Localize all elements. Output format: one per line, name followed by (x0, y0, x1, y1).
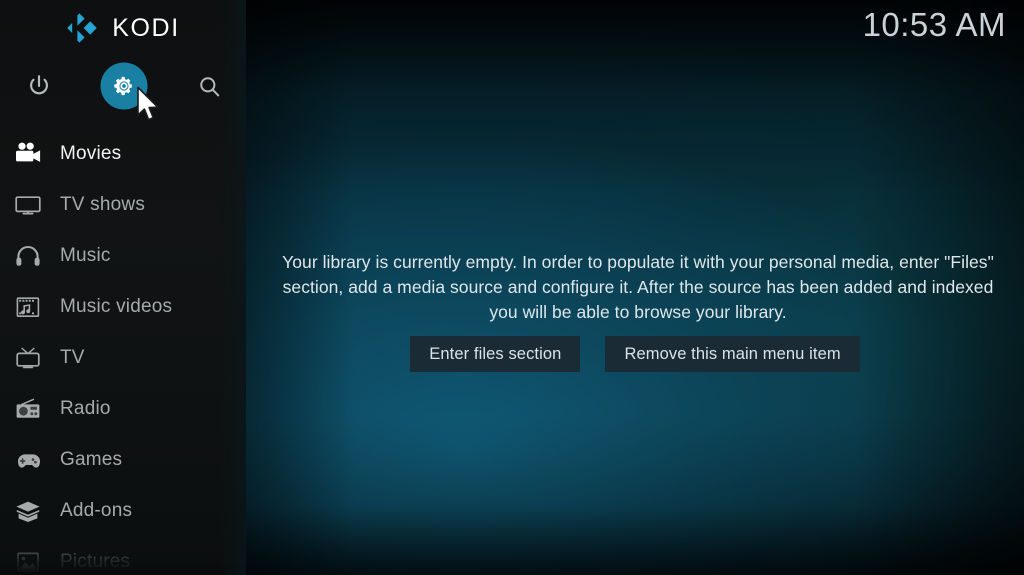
clock: 10:53 AM (862, 6, 1006, 43)
sidebar-item-music[interactable]: Music (0, 230, 246, 281)
sidebar-item-label: TV (60, 346, 85, 368)
headphones-icon (5, 244, 51, 268)
crt-tv-icon (5, 346, 51, 370)
television-icon (5, 193, 51, 217)
sidebar-item-pictures[interactable]: Pictures (0, 536, 246, 575)
remove-main-menu-item-button[interactable]: Remove this main menu item (605, 336, 860, 372)
sidebar-item-tv[interactable]: TV (0, 332, 246, 383)
search-icon (199, 76, 219, 96)
brand-logo: KODI (0, 0, 246, 56)
sidebar-item-label: Add-ons (60, 499, 133, 521)
sidebar-item-label: Radio (60, 397, 111, 419)
power-button[interactable] (11, 58, 67, 114)
kodi-logo-icon (67, 13, 98, 43)
empty-library-message: Your library is currently empty. In orde… (282, 252, 994, 322)
sidebar-item-label: Music videos (60, 295, 173, 317)
gear-icon (114, 76, 132, 96)
kodi-window: 10:53 AM Your library is currently empty… (0, 0, 1024, 575)
gamepad-icon (5, 448, 51, 472)
music-film-icon (5, 295, 51, 319)
search-button[interactable] (181, 58, 237, 114)
sidebar-item-tv-shows[interactable]: TV shows (0, 179, 246, 230)
sidebar-item-music-videos[interactable]: Music videos (0, 281, 246, 332)
sidebar-toolbar (0, 58, 246, 114)
power-icon (30, 75, 48, 95)
empty-library-actions: Enter files section Remove this main men… (246, 336, 1024, 372)
movie-camera-icon (5, 142, 51, 166)
sidebar-item-games[interactable]: Games (0, 434, 246, 485)
sidebar-item-label: Music (60, 244, 111, 266)
settings-button[interactable] (96, 58, 152, 114)
sidebar-item-radio[interactable]: Radio (0, 383, 246, 434)
picture-icon (5, 550, 51, 574)
sidebar-item-movies[interactable]: Movies (0, 128, 246, 179)
radio-icon (5, 397, 51, 421)
brand-name: KODI (112, 13, 180, 42)
sidebar-item-label: Pictures (60, 550, 131, 572)
sidebar: KODI Movies TV shows Music Music videos … (0, 0, 246, 575)
sidebar-item-label: Movies (60, 142, 122, 164)
sidebar-item-label: TV shows (60, 193, 146, 215)
sidebar-item-add-ons[interactable]: Add-ons (0, 485, 246, 536)
enter-files-section-button[interactable]: Enter files section (410, 336, 581, 372)
addon-box-icon (5, 499, 51, 523)
main-menu: Movies TV shows Music Music videos TV Ra… (0, 128, 246, 575)
sidebar-item-label: Games (60, 448, 123, 470)
